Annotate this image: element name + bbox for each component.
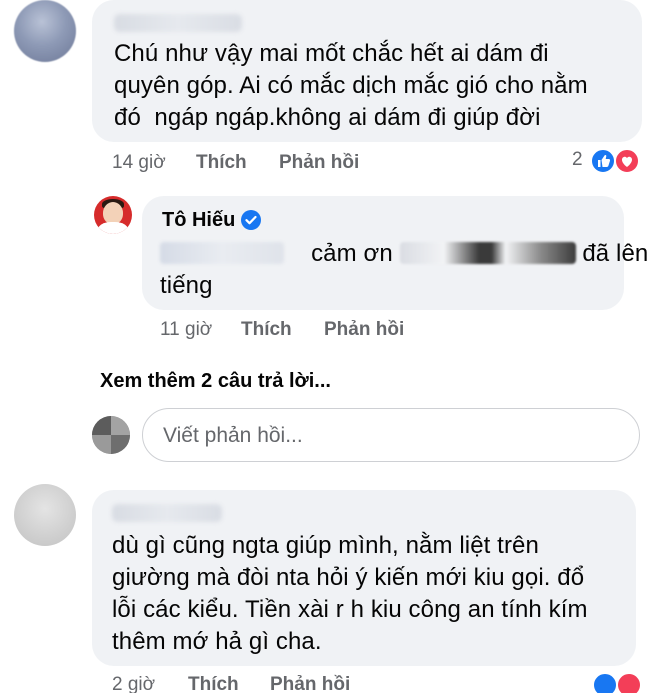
verified-badge-icon bbox=[241, 210, 261, 230]
reply-actions: 11 giờ Thích Phản hồi bbox=[0, 319, 660, 343]
blurred-mention bbox=[399, 242, 576, 264]
reply-text: cảm ơn đã lên tiếng bbox=[160, 240, 649, 299]
comment-text: Chú như vậy mai mốt chắc hết ai dám đi q… bbox=[114, 40, 588, 131]
comment-actions: 14 giờ Thích Phản hồi bbox=[0, 152, 660, 176]
commenter-avatar[interactable] bbox=[14, 484, 76, 546]
like-reaction-icon bbox=[590, 148, 616, 174]
blurred-author-name[interactable] bbox=[114, 14, 242, 32]
reaction-summary[interactable] bbox=[588, 672, 648, 693]
like-button[interactable]: Thích bbox=[188, 674, 239, 693]
reply-input[interactable]: Viết phản hồi... bbox=[142, 408, 640, 462]
comment-time[interactable]: 14 giờ bbox=[112, 152, 166, 174]
author-avatar[interactable] bbox=[94, 196, 132, 234]
current-user-avatar bbox=[92, 416, 130, 454]
view-more-replies-link[interactable]: Xem thêm 2 câu trả lời... bbox=[100, 370, 331, 393]
comment-text: dù gì cũng ngta giúp mình, nằm liệt trên… bbox=[112, 532, 588, 655]
blurred-mention bbox=[160, 242, 284, 264]
reaction-summary[interactable]: 2 bbox=[570, 148, 646, 174]
reply-button[interactable]: Phản hồi bbox=[270, 674, 350, 693]
reaction-count: 2 bbox=[572, 149, 583, 170]
comment-actions: 2 giờ Thích Phản hồi bbox=[0, 674, 660, 693]
reply-input-placeholder: Viết phản hồi... bbox=[163, 424, 303, 447]
author-name[interactable]: Tô Hiếu bbox=[162, 209, 235, 232]
love-reaction-icon bbox=[614, 148, 640, 174]
like-button[interactable]: Thích bbox=[196, 152, 247, 174]
commenter-avatar[interactable] bbox=[14, 0, 76, 62]
blurred-author-name[interactable] bbox=[112, 504, 222, 522]
comment-time[interactable]: 2 giờ bbox=[112, 674, 155, 693]
like-button[interactable]: Thích bbox=[241, 319, 292, 341]
reply-button[interactable]: Phản hồi bbox=[279, 152, 359, 174]
like-reaction-icon bbox=[592, 672, 618, 693]
love-reaction-icon bbox=[616, 672, 642, 693]
reply-button[interactable]: Phản hồi bbox=[324, 319, 404, 341]
reply-time[interactable]: 11 giờ bbox=[160, 319, 212, 341]
